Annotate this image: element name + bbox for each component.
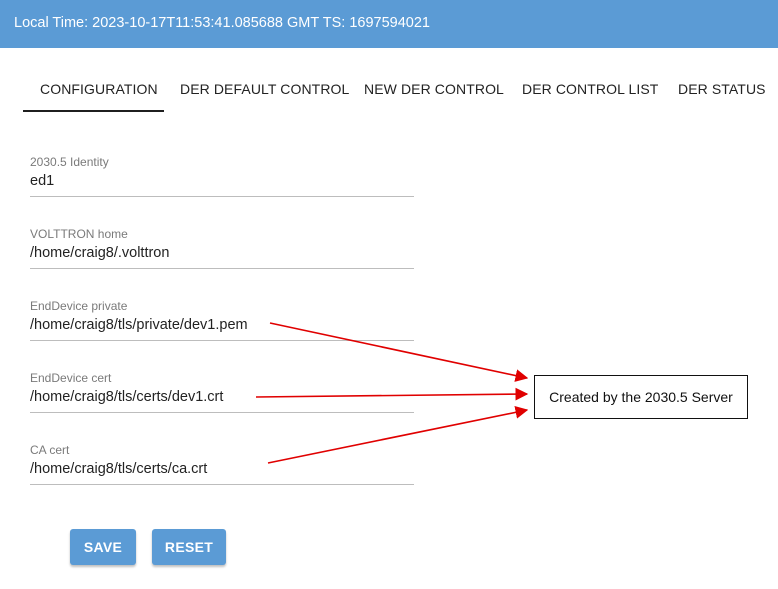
tab-der-default-control[interactable]: DER DEFAULT CONTROL (180, 80, 349, 98)
enddevice-cert-label: EndDevice cert (30, 371, 112, 385)
ca-cert-underline (30, 484, 414, 485)
callout-text: Created by the 2030.5 Server (549, 389, 733, 405)
app-header: Local Time: 2023-10-17T11:53:41.085688 G… (0, 0, 778, 48)
volttron-home-underline (30, 268, 414, 269)
identity-underline (30, 196, 414, 197)
enddevice-private-input[interactable] (30, 314, 414, 336)
enddevice-private-label: EndDevice private (30, 299, 128, 313)
tab-der-control-list[interactable]: DER CONTROL LIST (522, 80, 658, 98)
volttron-home-label: VOLTTRON home (30, 227, 128, 241)
ca-cert-label: CA cert (30, 443, 70, 457)
header-time-status: Local Time: 2023-10-17T11:53:41.085688 G… (14, 15, 430, 31)
enddevice-cert-underline (30, 412, 414, 413)
enddevice-private-underline (30, 340, 414, 341)
identity-label: 2030.5 Identity (30, 155, 109, 169)
save-button[interactable]: SAVE (70, 529, 136, 565)
annotation-callout: Created by the 2030.5 Server (534, 375, 748, 419)
volttron-home-input[interactable] (30, 242, 414, 264)
tab-configuration[interactable]: CONFIGURATION (40, 80, 158, 98)
ca-cert-input[interactable] (30, 458, 414, 480)
arrow-ca-cert (267, 406, 529, 464)
enddevice-cert-input[interactable] (30, 386, 414, 408)
tab-der-status[interactable]: DER STATUS (678, 80, 766, 98)
tab-new-der-control[interactable]: NEW DER CONTROL (364, 80, 504, 98)
active-tab-indicator (23, 110, 164, 112)
reset-button[interactable]: RESET (152, 529, 226, 565)
identity-input[interactable] (30, 170, 414, 192)
